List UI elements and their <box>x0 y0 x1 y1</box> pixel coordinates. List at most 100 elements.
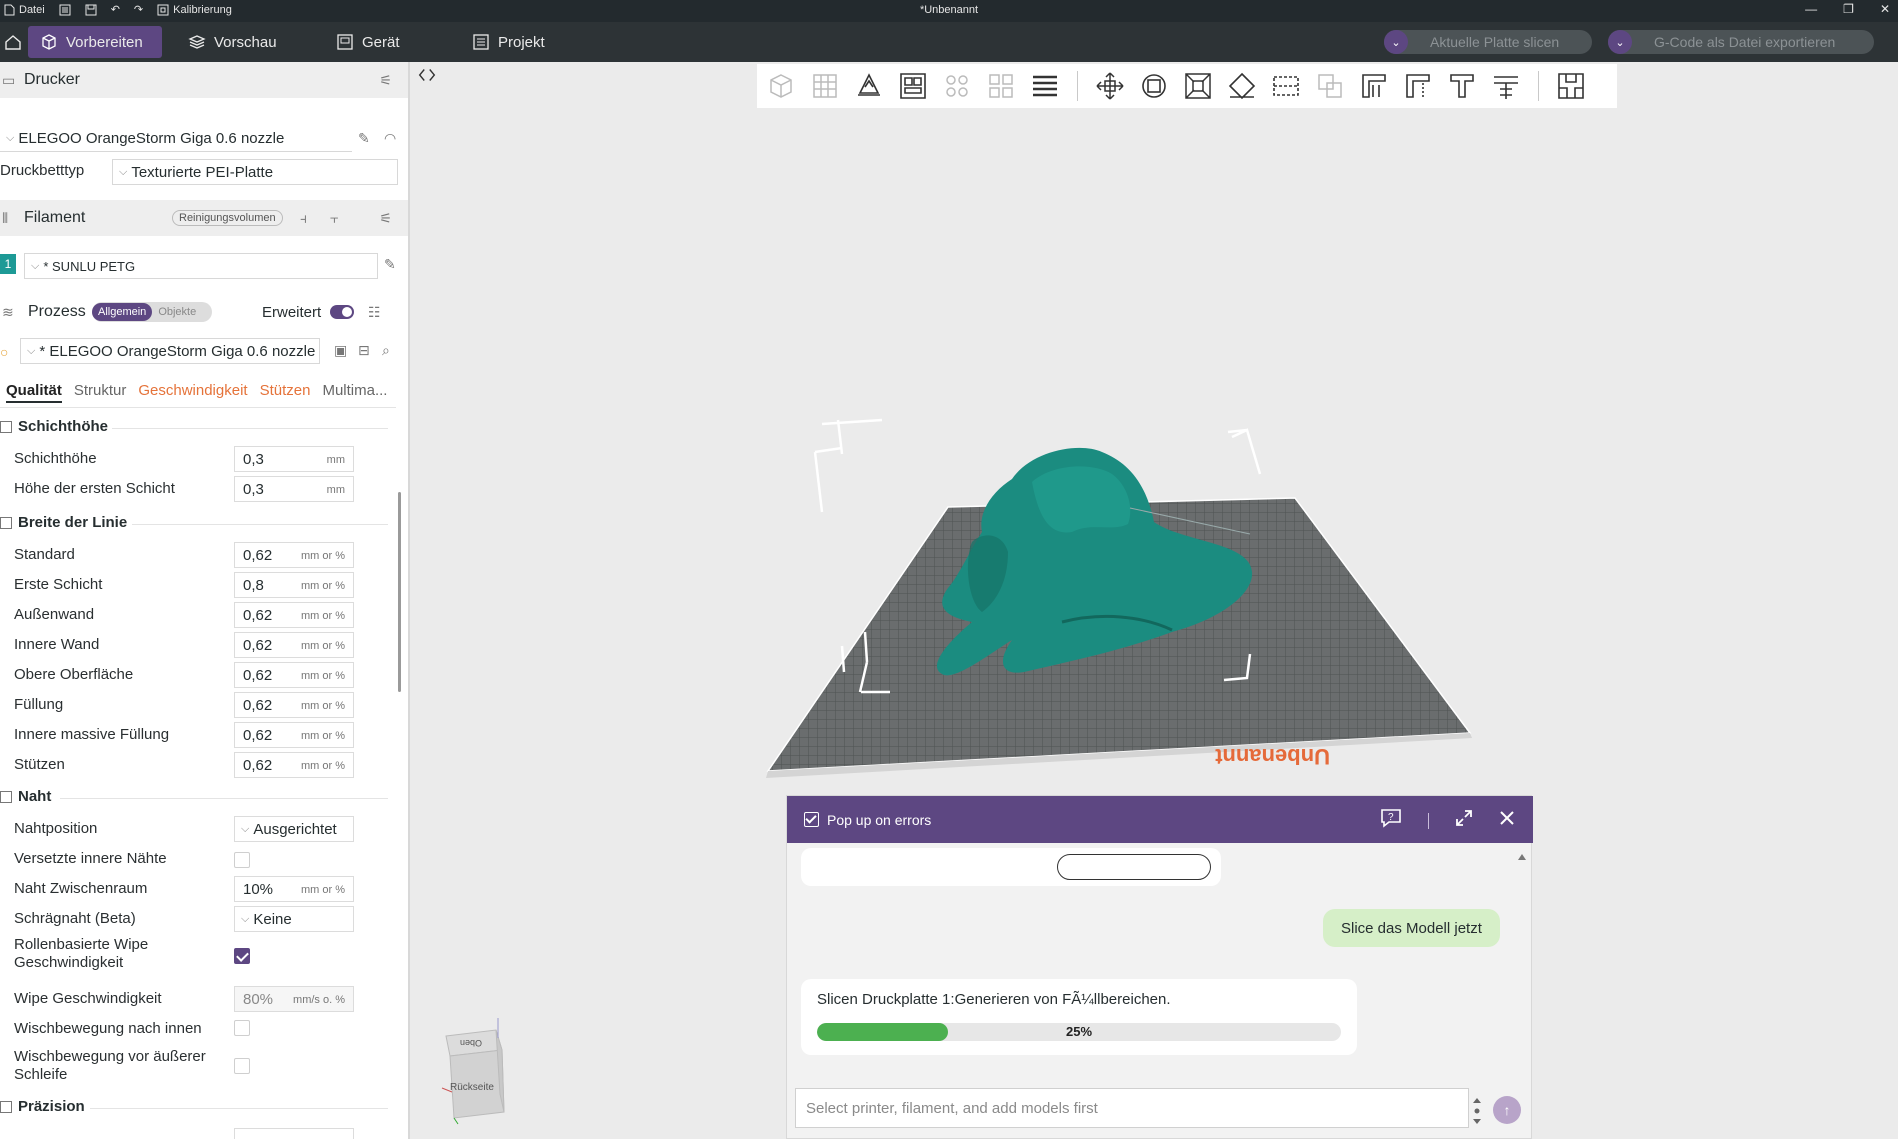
home-button[interactable] <box>0 26 26 58</box>
arrange-icon[interactable] <box>897 70 929 102</box>
wipe-inward-checkbox[interactable] <box>234 1020 250 1036</box>
filament-icon: ⦀ <box>2 209 9 226</box>
chevron-down-icon[interactable]: ⌄ <box>1384 30 1408 54</box>
settings-sliders-icon[interactable]: ⚟ <box>379 210 392 227</box>
delete-icon[interactable]: ⊟ <box>358 342 370 359</box>
boolean-icon[interactable] <box>1314 70 1346 102</box>
staggered-seams-checkbox[interactable] <box>234 852 250 868</box>
bed-type-select[interactable]: ⌵ Texturierte PEI-Platte <box>112 159 398 185</box>
group-seam: Naht <box>0 788 51 805</box>
roller-wipe-checkbox[interactable] <box>234 948 250 964</box>
tab-prepare[interactable]: Vorbereiten <box>28 26 162 58</box>
move-icon[interactable] <box>1094 70 1126 102</box>
expand-icon[interactable] <box>1455 809 1473 832</box>
purge-volume-button[interactable]: Reinigungsvolumen <box>172 210 283 226</box>
slice-plate-button[interactable]: ⌄ Aktuelle Platte slicen <box>1384 30 1592 54</box>
modified-indicator-icon: ○ <box>0 344 9 360</box>
support-paint-icon[interactable] <box>1358 70 1390 102</box>
subtab-structure[interactable]: Struktur <box>74 382 127 403</box>
popup-on-errors-checkbox[interactable] <box>804 812 819 827</box>
compare-icon[interactable]: ☷ <box>368 304 381 321</box>
close-icon[interactable] <box>1499 810 1515 831</box>
measure-icon[interactable] <box>1490 70 1522 102</box>
precision-input[interactable] <box>234 1128 354 1139</box>
close-window-button[interactable]: ✕ <box>1880 2 1890 16</box>
chevron-down-icon: ⌵ <box>31 259 40 272</box>
cut-icon[interactable] <box>1270 70 1302 102</box>
export-gcode-button[interactable]: ⌄ G-Code als Datei exportieren <box>1608 30 1874 54</box>
navigation-cube[interactable]: Oben Rückseite <box>438 1016 518 1126</box>
line-width-support-input[interactable]: 0,62 mm or % <box>234 752 354 778</box>
orient-icon[interactable] <box>853 70 885 102</box>
navcube-front-face: Rückseite <box>450 1082 494 1093</box>
toolbar-separator <box>1077 71 1078 101</box>
chat-scrollbar[interactable] <box>1517 852 1527 1072</box>
seam-position-select[interactable]: ⌵ Ausgerichtet <box>234 816 354 842</box>
edit-icon[interactable]: ✎ <box>384 256 396 273</box>
line-width-solid-infill-input[interactable]: 0,62 mm or % <box>234 722 354 748</box>
reapply-settings-button[interactable] <box>1057 854 1211 880</box>
collapse-arrows-icon <box>418 69 436 81</box>
scarf-seam-select[interactable]: ⌵ Keine <box>234 906 354 932</box>
subtab-quality[interactable]: Qualität <box>6 382 62 403</box>
chevron-down-icon: ⌵ <box>27 344 36 357</box>
line-width-first-layer-input[interactable]: 0,8 mm or % <box>234 572 354 598</box>
subtab-support[interactable]: Stützen <box>260 382 311 403</box>
layer-height-input[interactable]: 0,3 mm <box>234 446 354 472</box>
save-icon[interactable]: ▣ <box>334 342 347 359</box>
tab-device[interactable]: Gerät <box>324 26 412 58</box>
add-object-icon[interactable] <box>765 70 797 102</box>
line-width-inner-wall-input[interactable]: 0,62 mm or % <box>234 632 354 658</box>
first-layer-height-label: Höhe der ersten Schicht <box>14 480 175 497</box>
scale-icon[interactable] <box>1182 70 1214 102</box>
process-profile-select[interactable]: ⌵ * ELEGOO OrangeStorm Giga 0.6 nozzle <box>20 338 320 364</box>
slicing-progress-bar: 25% <box>817 1023 1341 1041</box>
line-width-infill-input[interactable]: 0,62 mm or % <box>234 692 354 718</box>
line-width-default-input[interactable]: 0,62 mm or % <box>234 542 354 568</box>
seam-gap-input[interactable]: 10% mm or % <box>234 876 354 902</box>
split-objects-icon[interactable] <box>941 70 973 102</box>
send-button[interactable]: ↑ <box>1493 1096 1521 1124</box>
chevron-down-icon[interactable]: ⌄ <box>1608 30 1632 54</box>
input-scroll-arrows-icon[interactable] <box>1471 1096 1483 1126</box>
search-icon[interactable]: ⌕ <box>382 342 390 359</box>
remove-filament-icon[interactable]: ⫟ <box>330 210 338 227</box>
settings-sliders-icon[interactable]: ⚟ <box>379 72 392 89</box>
minimize-button[interactable]: — <box>1805 2 1817 16</box>
layers-icon[interactable] <box>1029 70 1061 102</box>
split-parts-icon[interactable] <box>985 70 1017 102</box>
filament-slot-badge[interactable]: 1 <box>0 254 16 274</box>
grid-icon[interactable] <box>809 70 841 102</box>
staggered-seams-label: Versetzte innere Nähte <box>14 850 167 867</box>
wifi-icon[interactable]: ◠ <box>384 130 396 147</box>
first-layer-height-input[interactable]: 0,3 mm <box>234 476 354 502</box>
add-filament-icon[interactable]: ⫞ <box>300 210 307 227</box>
global-objects-toggle[interactable]: Allgemein Objekte <box>92 302 212 322</box>
filament-select[interactable]: ⌵ * SUNLU PETG <box>24 253 378 279</box>
chat-input[interactable]: Select printer, filament, and add models… <box>795 1088 1469 1128</box>
line-width-top-surface-label: Obere Oberfläche <box>14 666 134 683</box>
seam-paint-icon[interactable] <box>1402 70 1434 102</box>
subtab-multimaterial[interactable]: Multima... <box>322 382 387 403</box>
wipe-speed-input[interactable]: 80% mm/s o. % <box>234 986 354 1012</box>
subtab-speed[interactable]: Geschwindigkeit <box>138 382 247 403</box>
wipe-before-loop-checkbox[interactable] <box>234 1058 250 1074</box>
settings-scrollbar[interactable] <box>398 492 401 692</box>
line-width-top-surface-input[interactable]: 0,62 mm or % <box>234 662 354 688</box>
assembly-icon[interactable] <box>1555 70 1587 102</box>
text-icon[interactable] <box>1446 70 1478 102</box>
printer-select[interactable]: ⌵ ELEGOO OrangeStorm Giga 0.6 nozzle <box>0 126 352 152</box>
rotate-icon[interactable] <box>1138 70 1170 102</box>
advanced-toggle[interactable] <box>330 305 354 319</box>
collapse-sidebar-button[interactable] <box>416 64 440 88</box>
tab-project[interactable]: Projekt <box>460 26 557 58</box>
layer-height-icon <box>0 420 12 433</box>
help-icon[interactable]: ? <box>1380 808 1402 833</box>
tab-preview[interactable]: Vorschau <box>176 26 289 58</box>
arrow-up-icon: ↑ <box>1503 1102 1511 1118</box>
edit-icon[interactable]: ✎ <box>358 130 370 147</box>
assistant-panel: Pop up on errors ? Slice das Modell jetz… <box>786 795 1533 1139</box>
lay-on-face-icon[interactable] <box>1226 70 1258 102</box>
line-width-outer-wall-input[interactable]: 0,62 mm or % <box>234 602 354 628</box>
restore-button[interactable]: ❐ <box>1843 2 1854 16</box>
